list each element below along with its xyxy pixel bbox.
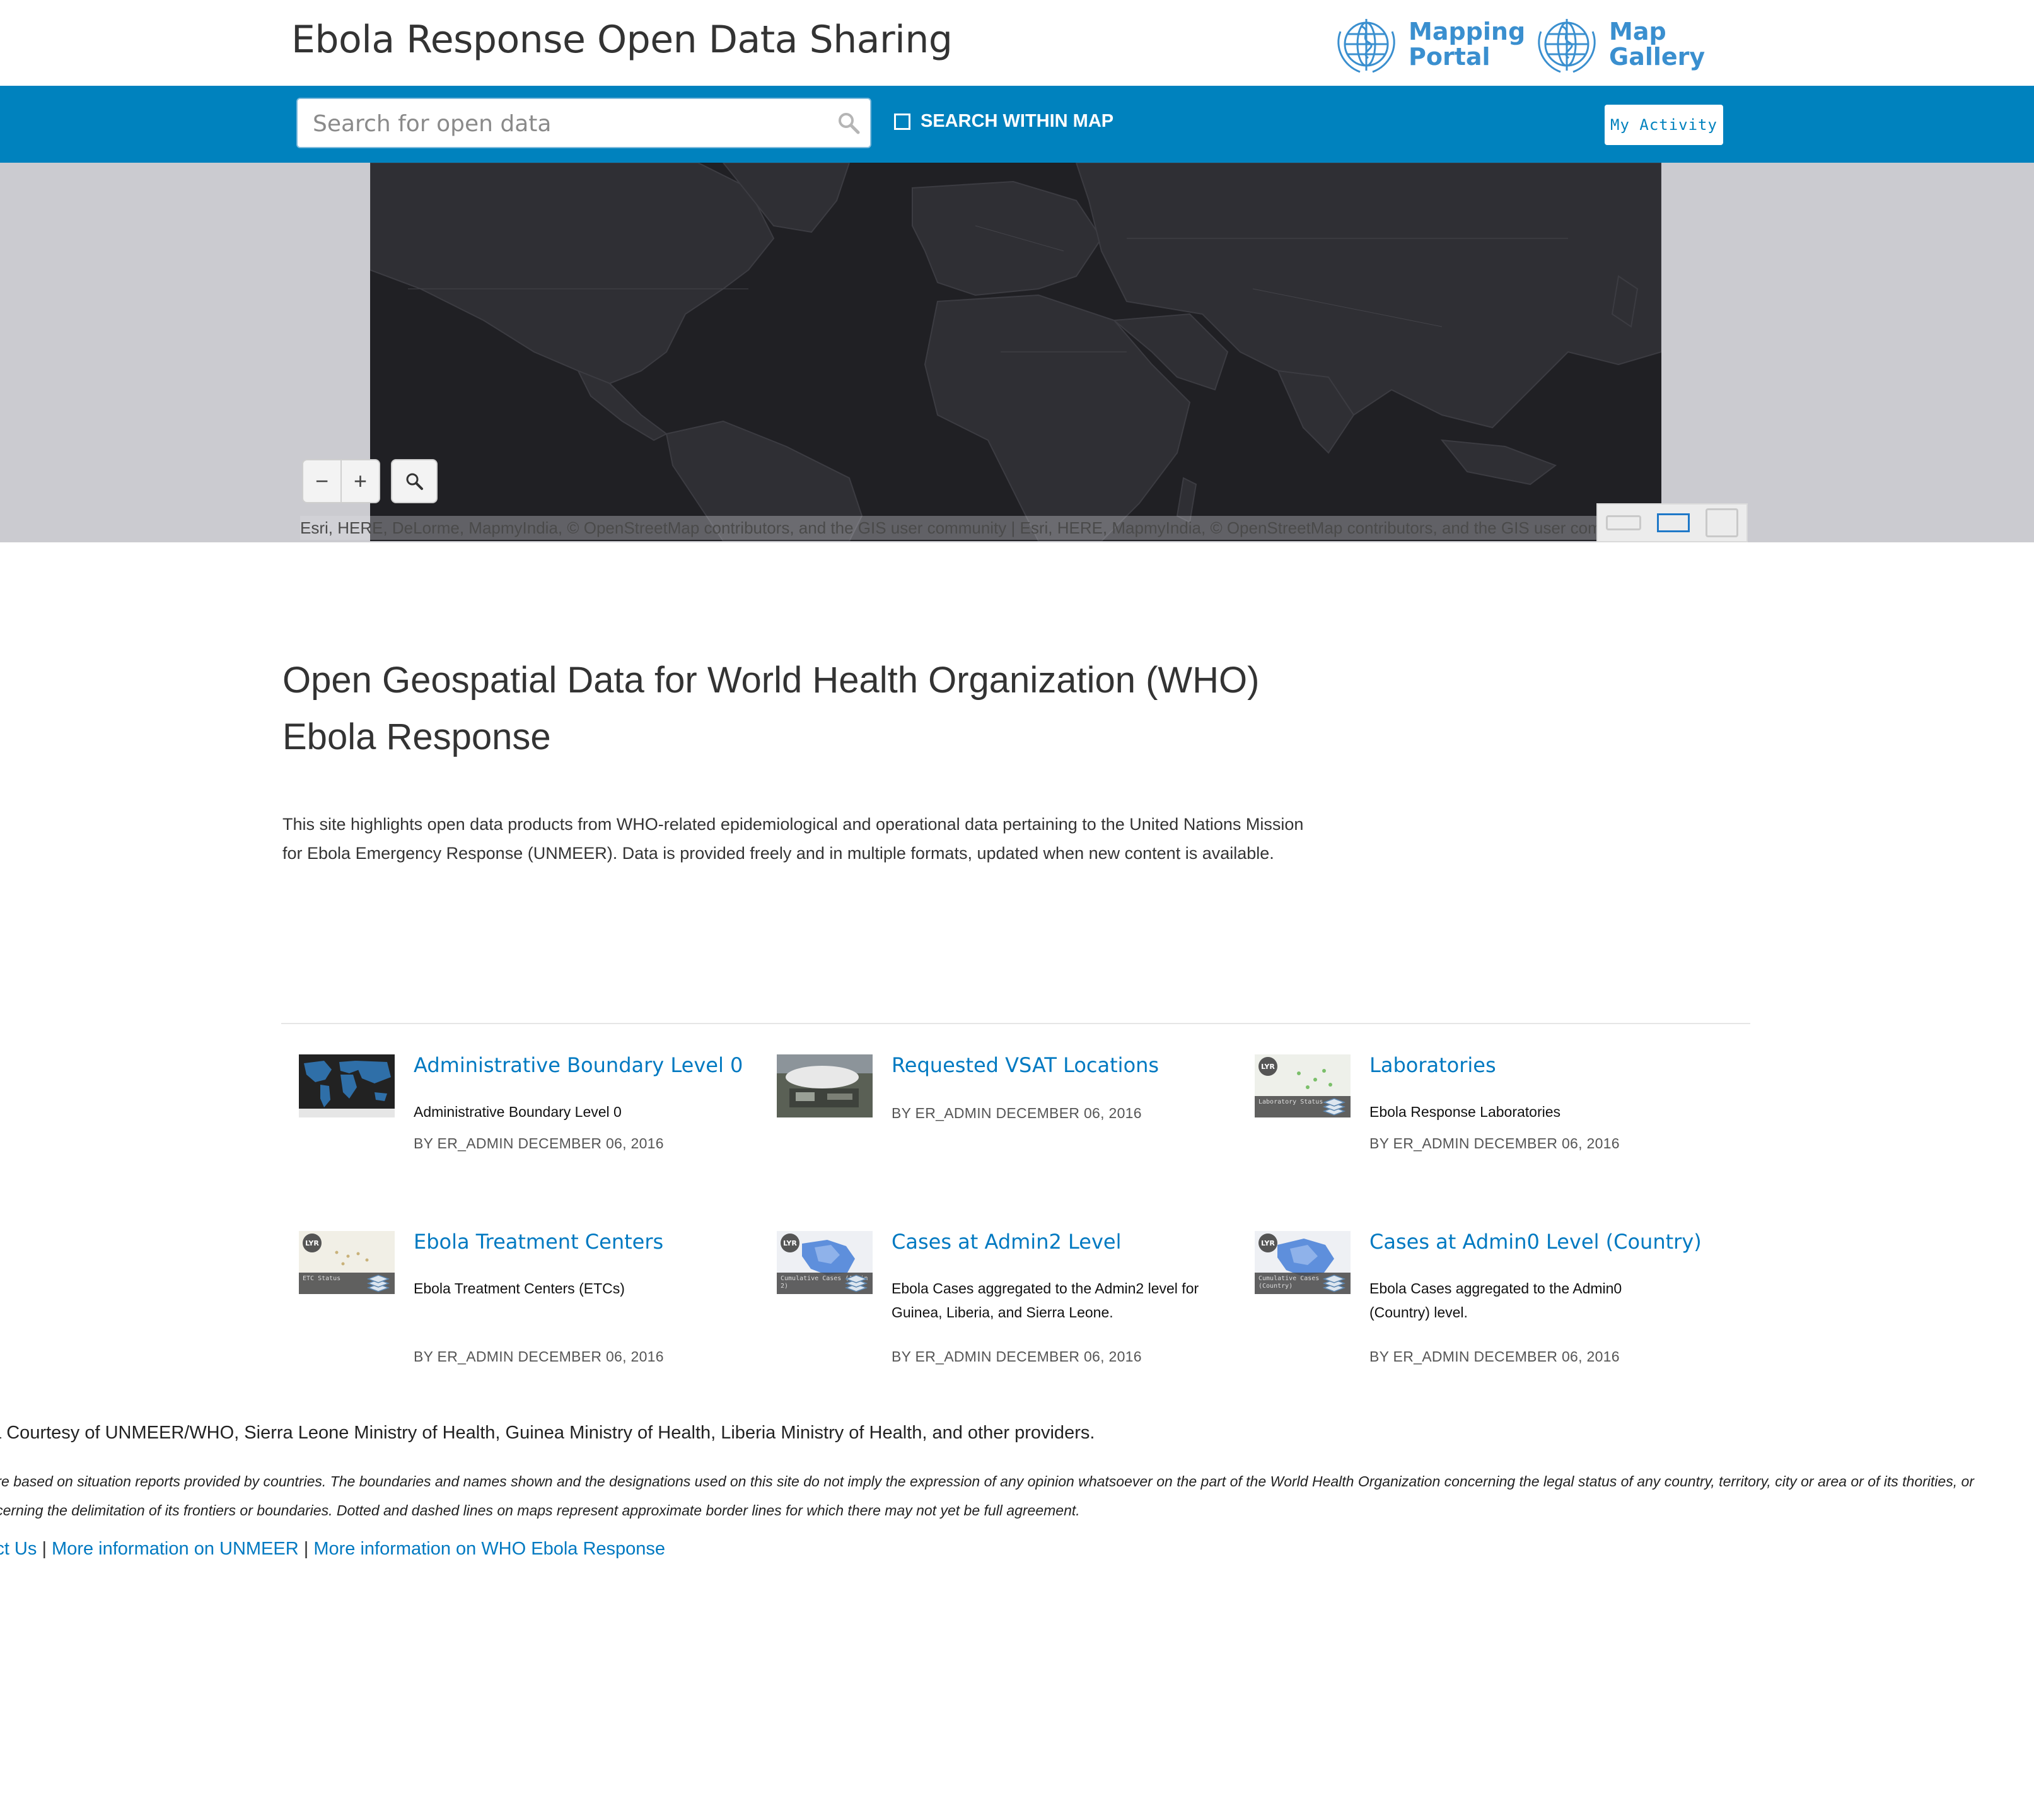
magnifier-icon (406, 473, 423, 490)
basemap-option-gray[interactable] (1706, 508, 1739, 537)
map-gallery-line1: Map (1609, 18, 1666, 45)
dataset-thumbnail[interactable]: LYR Laboratory Status (1255, 1054, 1351, 1117)
dataset-title[interactable]: Cases at Admin2 Level (892, 1230, 1245, 1254)
dataset-meta: BY ER_ADMIN DECEMBER 06, 2016 (1369, 1135, 1620, 1152)
zoom-out-button[interactable]: − (303, 460, 340, 502)
mapping-portal-line2: Portal (1409, 43, 1491, 71)
dataset-title[interactable]: Administrative Boundary Level 0 (414, 1053, 767, 1077)
mapping-portal-line1: Mapping (1409, 18, 1526, 45)
vsat-photo-thumbnail (777, 1054, 873, 1117)
dataset-thumbnail[interactable]: LYR Cumulative Cases (Country) (1255, 1231, 1351, 1294)
search-within-map-checkbox[interactable] (894, 113, 910, 130)
layers-icon (844, 1275, 868, 1292)
basemap-switcher (1596, 503, 1748, 542)
map-gallery-line2: Gallery (1609, 43, 1706, 71)
dataset-title[interactable]: Laboratories (1369, 1053, 1723, 1077)
world-map-thumbnail (299, 1054, 395, 1117)
search-input[interactable] (311, 99, 831, 148)
layer-badge: LYR (1258, 1057, 1277, 1076)
zoom-control: − + (302, 459, 380, 503)
dataset-description: Ebola Cases aggregated to the Admin2 lev… (892, 1280, 1199, 1321)
search-within-map-toggle[interactable]: SEARCH WITHIN MAP (894, 111, 1113, 132)
dataset-meta: BY ER_ADMIN DECEMBER 06, 2016 (414, 1348, 664, 1365)
basemap-option-selected[interactable] (1656, 513, 1690, 532)
dataset-description: Ebola Cases aggregated to the Admin0 (Co… (1369, 1280, 1622, 1321)
who-emblem-icon (1538, 19, 1596, 73)
my-activity-button[interactable]: My Activity (1605, 105, 1723, 145)
dataset-thumbnail[interactable] (777, 1054, 873, 1117)
dataset-thumbnail[interactable]: LYR Cumulative Cases (Admin 2) (777, 1231, 873, 1294)
layer-badge: LYR (781, 1234, 799, 1252)
contact-us-link[interactable]: ntact Us (0, 1539, 37, 1559)
footer-links: ntact Us | More information on UNMEER | … (0, 1539, 665, 1560)
dataset-description: Administrative Boundary Level 0 (414, 1104, 622, 1120)
dataset-meta: BY ER_ADMIN DECEMBER 06, 2016 (414, 1135, 664, 1152)
dataset-thumbnail[interactable] (299, 1054, 395, 1117)
dataset-title[interactable]: Cases at Admin0 Level (Country) (1369, 1230, 1723, 1254)
dataset-title[interactable]: Ebola Treatment Centers (414, 1230, 767, 1254)
map-search-button[interactable] (391, 459, 438, 503)
dataset-meta: BY ER_ADMIN DECEMBER 06, 2016 (892, 1105, 1142, 1121)
search-box (296, 98, 871, 148)
layer-badge: LYR (303, 1234, 322, 1252)
basemap-option-light[interactable] (1605, 515, 1641, 530)
site-title: Ebola Response Open Data Sharing (291, 18, 953, 62)
mapping-portal-link[interactable]: Mapping Portal (1332, 13, 1525, 76)
layers-icon (1322, 1098, 1346, 1116)
dataset-description: Ebola Treatment Centers (ETCs) (414, 1280, 625, 1297)
dataset-description: Ebola Response Laboratories (1369, 1104, 1561, 1120)
search-within-map-label: SEARCH WITHIN MAP (921, 111, 1114, 131)
dataset-thumbnail[interactable]: LYR ETC Status (299, 1231, 395, 1294)
dataset-meta: BY ER_ADMIN DECEMBER 06, 2016 (892, 1348, 1142, 1365)
map-attribution: Esri, HERE, DeLorme, MapmyIndia, © OpenS… (300, 516, 1599, 540)
dataset-meta: BY ER_ADMIN DECEMBER 06, 2016 (1369, 1348, 1620, 1365)
dataset-title[interactable]: Requested VSAT Locations (892, 1053, 1245, 1077)
who-ebola-info-link[interactable]: More information on WHO Ebola Response (313, 1539, 665, 1559)
layers-icon (1322, 1275, 1346, 1292)
section-divider (281, 1023, 1750, 1024)
map-gallery-link[interactable]: Map Gallery (1532, 13, 1705, 76)
intro-text: This site highlights open data products … (282, 815, 1304, 863)
search-icon[interactable] (836, 110, 861, 136)
page-title: Open Geospatial Data for World Health Or… (282, 660, 1260, 757)
zoom-in-button[interactable]: + (340, 460, 379, 502)
world-basemap (370, 163, 1661, 541)
layer-badge: LYR (1258, 1234, 1277, 1252)
footer-separator: | (42, 1539, 47, 1559)
footer-separator: | (303, 1539, 309, 1559)
who-emblem-icon (1337, 19, 1395, 73)
data-credit: ta Courtesy of UNMEER/WHO, Sierra Leone … (0, 1423, 1095, 1443)
disclaimer: ta are based on situation reports provid… (0, 1473, 1974, 1519)
unmeer-info-link[interactable]: More information on UNMEER (52, 1539, 299, 1559)
layers-icon (366, 1275, 390, 1292)
map-canvas[interactable] (370, 163, 1661, 541)
